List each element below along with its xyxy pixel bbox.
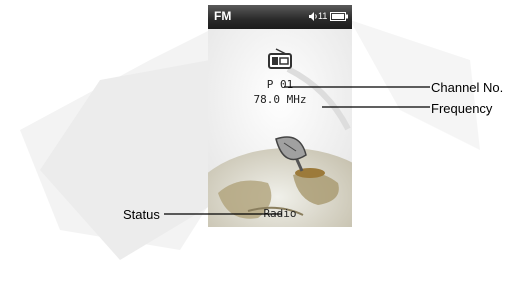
status-callout-label: Status — [123, 207, 160, 222]
channel-callout-label: Channel No. — [431, 80, 504, 95]
frequency-callout-label: Frequency — [431, 101, 493, 116]
callout-lines — [164, 86, 430, 215]
